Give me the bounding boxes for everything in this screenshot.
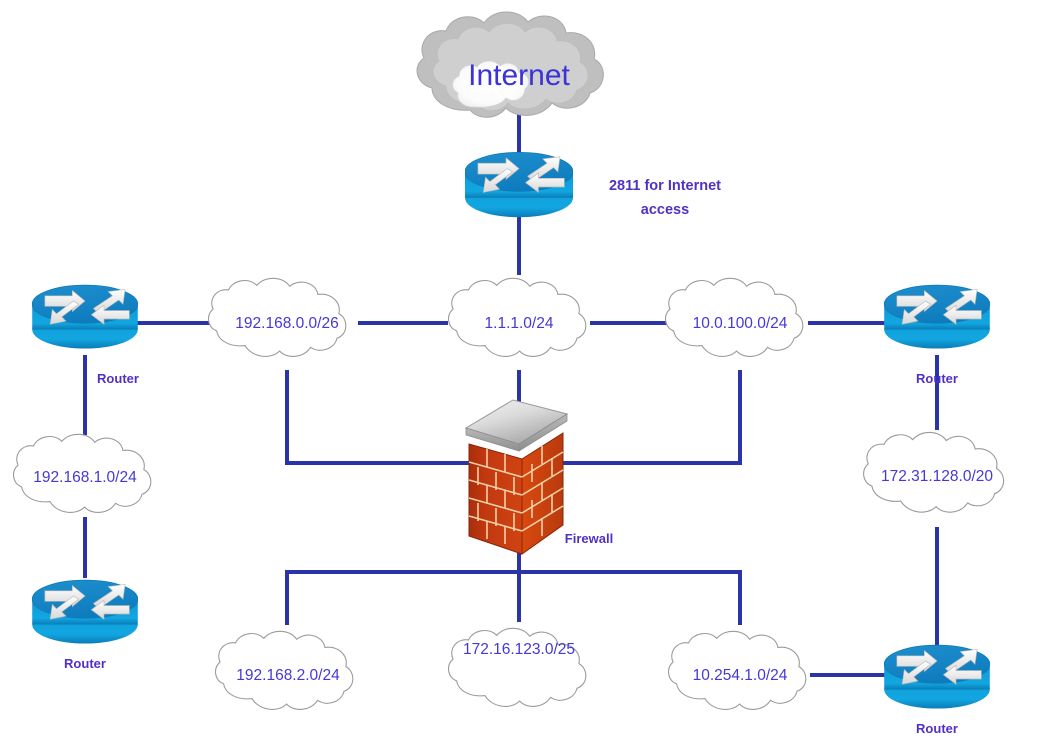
net-192-168-0-0-26[interactable]: 192.168.0.0/26	[207, 277, 347, 358]
router-label: Router	[916, 721, 958, 736]
net-172-16-123-0-25[interactable]: 172.16.123.0/25	[447, 627, 587, 708]
annotation-line-2: access	[641, 202, 689, 218]
cloud-label: 192.168.2.0/24	[236, 667, 340, 684]
router-right-top[interactable]: Router	[884, 284, 990, 386]
cloud-label: 10.254.1.0/24	[693, 667, 788, 684]
net-192-168-1-0-24[interactable]: 192.168.1.0/24	[12, 433, 152, 514]
cloud-label: 172.31.128.0/20	[881, 468, 993, 485]
router-icon	[32, 579, 138, 644]
router-icon	[884, 284, 990, 349]
net-192-168-2-0-24[interactable]: 192.168.2.0/24	[214, 630, 354, 711]
net-172-31-128-0-20[interactable]: 172.31.128.0/20	[863, 431, 1005, 513]
router-label: Router	[916, 371, 958, 386]
annotation-line-1: 2811 for Internet	[609, 178, 721, 194]
cloud-label: 192.168.0.0/26	[235, 315, 338, 332]
link-firewall-lower-bus	[285, 570, 742, 625]
firewall-brick-icon	[464, 399, 569, 555]
net-1-1-1-0-24[interactable]: 1.1.1.0/24	[447, 277, 587, 358]
network-topology-svg: Internet 2811 for Internet access Router…	[12, 11, 1005, 736]
router-icon	[884, 644, 990, 709]
cloud-label: 172.16.123.0/25	[463, 641, 575, 658]
router-right-bottom[interactable]: Router	[884, 644, 990, 736]
network-diagram-canvas: Internet 2811 for Internet access Router…	[0, 0, 1039, 754]
cloud-label: 1.1.1.0/24	[485, 315, 554, 332]
router-edge-internet[interactable]	[465, 152, 573, 218]
internet-label: Internet	[468, 59, 570, 92]
edge-router-annotation: 2811 for Internet access	[609, 178, 721, 218]
router-left-bottom[interactable]: Router	[32, 579, 138, 671]
router-icon	[465, 152, 573, 218]
firewall-label: Firewall	[565, 531, 613, 546]
cloud-label: 10.0.100.0/24	[693, 315, 788, 332]
cloud-label: 192.168.1.0/24	[33, 469, 137, 486]
router-label: Router	[97, 371, 139, 386]
router-icon	[32, 284, 138, 349]
cloud-icon	[447, 627, 587, 708]
firewall-node[interactable]: Firewall	[464, 399, 613, 555]
internet-cloud-node[interactable]: Internet	[416, 11, 604, 118]
net-10-254-1-0-24[interactable]: 10.254.1.0/24	[667, 630, 807, 711]
router-label: Router	[64, 656, 106, 671]
net-10-0-100-0-24[interactable]: 10.0.100.0/24	[664, 277, 804, 358]
